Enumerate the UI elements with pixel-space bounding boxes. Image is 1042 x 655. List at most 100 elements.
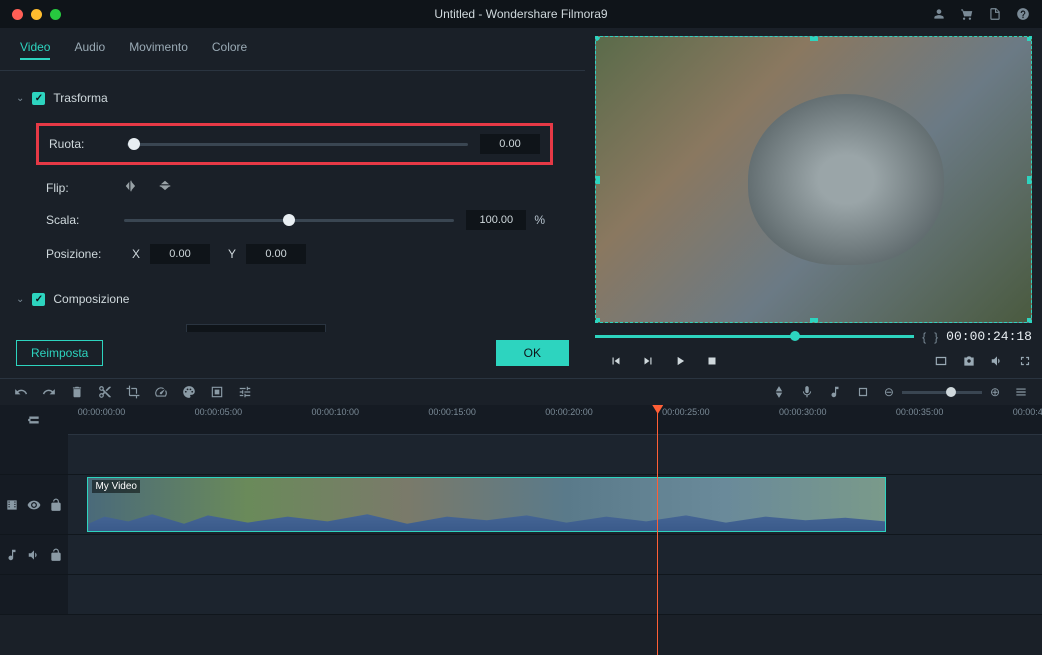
scale-slider[interactable] [124, 219, 454, 222]
prev-frame-icon[interactable] [609, 354, 623, 368]
ruler-tick: 00:00:15:00 [428, 407, 476, 417]
video-clip[interactable]: My Video [87, 477, 886, 532]
blend-mode-dropdown[interactable]: Normale ⌄ [186, 324, 326, 332]
mark-out-icon[interactable]: } [934, 330, 938, 344]
undo-icon[interactable] [14, 385, 28, 399]
keyframe-icon[interactable] [856, 385, 870, 399]
preview-timecode: 00:00:24:18 [946, 329, 1032, 344]
ruler-tick: 00:00:30:00 [779, 407, 827, 417]
music-icon [5, 548, 19, 562]
zoom-in-icon[interactable]: ⊕ [990, 385, 1000, 399]
resize-handle-bm[interactable] [810, 318, 818, 323]
next-frame-icon[interactable] [641, 354, 655, 368]
minimize-window-button[interactable] [31, 9, 42, 20]
resize-handle-ml[interactable] [595, 176, 600, 184]
clip-label: My Video [92, 480, 140, 493]
resize-handle-tr[interactable] [1027, 36, 1032, 41]
resize-handle-tm[interactable] [810, 36, 818, 41]
preview-scrubber[interactable] [595, 335, 914, 338]
resize-handle-tl[interactable] [595, 36, 600, 41]
pos-y-input[interactable] [246, 244, 306, 264]
lock-icon[interactable] [49, 498, 63, 512]
mixer-icon[interactable] [828, 385, 842, 399]
play-icon[interactable] [673, 354, 687, 368]
ok-button[interactable]: OK [496, 340, 569, 366]
marker-icon[interactable] [772, 385, 786, 399]
cut-icon[interactable] [98, 385, 112, 399]
zoom-slider[interactable] [902, 391, 982, 394]
user-icon[interactable] [932, 7, 946, 21]
rotate-highlight: Ruota: [36, 123, 553, 165]
ruler-tick: 00:00:10:00 [312, 407, 360, 417]
ruler-tick: 00:00:35:00 [896, 407, 944, 417]
record-vo-icon[interactable] [800, 385, 814, 399]
transform-checkbox[interactable] [32, 92, 45, 105]
pos-x-input[interactable] [150, 244, 210, 264]
ruler-tick: 00:00:20:00 [545, 407, 593, 417]
crop-icon[interactable] [126, 385, 140, 399]
stop-icon[interactable] [705, 354, 719, 368]
scale-unit: % [534, 213, 545, 227]
help-icon[interactable] [1016, 7, 1030, 21]
redo-icon[interactable] [42, 385, 56, 399]
close-window-button[interactable] [12, 9, 23, 20]
cart-icon[interactable] [960, 7, 974, 21]
add-track-icon[interactable] [27, 413, 41, 427]
transform-section-header[interactable]: ⌄ Trasforma [16, 91, 569, 105]
position-label: Posizione: [46, 247, 124, 261]
snapshot-icon[interactable] [962, 354, 976, 368]
scale-value-input[interactable] [466, 210, 526, 230]
quality-icon[interactable] [934, 354, 948, 368]
file-icon[interactable] [988, 7, 1002, 21]
titlebar: Untitled - Wondershare Filmora9 [0, 0, 1042, 28]
window-controls [12, 9, 61, 20]
pos-x-label: X [132, 247, 140, 261]
mark-in-icon[interactable]: { [922, 330, 926, 344]
video-track: My Video [0, 475, 1042, 535]
ruler-tick: 00:00:05:00 [195, 407, 243, 417]
zoom-out-icon[interactable]: ⊖ [884, 385, 894, 399]
ruler-tick: 00:00:40:00 [1013, 407, 1042, 417]
empty-track [0, 575, 1042, 615]
eye-icon[interactable] [27, 498, 41, 512]
spacer-track [0, 435, 1042, 475]
fullscreen-icon[interactable] [1018, 354, 1032, 368]
greenscreen-icon[interactable] [210, 385, 224, 399]
volume-icon[interactable] [990, 354, 1004, 368]
app-title: Untitled - Wondershare Filmora9 [434, 7, 607, 21]
tab-audio[interactable]: Audio [74, 40, 105, 60]
maximize-window-button[interactable] [50, 9, 61, 20]
preview-panel: { } 00:00:24:18 [585, 28, 1042, 378]
compose-section-header[interactable]: ⌄ Composizione [16, 292, 569, 306]
color-icon[interactable] [182, 385, 196, 399]
lock-icon[interactable] [49, 548, 63, 562]
playhead[interactable] [657, 405, 658, 655]
scale-label: Scala: [46, 213, 124, 227]
pos-y-label: Y [228, 247, 236, 261]
timeline-options-icon[interactable] [1014, 385, 1028, 399]
flip-vertical-icon[interactable] [158, 179, 172, 196]
flip-horizontal-icon[interactable] [124, 179, 138, 196]
ruler-tick: 00:00:00:00 [78, 407, 126, 417]
resize-handle-mr[interactable] [1027, 176, 1032, 184]
timeline-ruler[interactable]: 00:00:00:00 00:00:05:00 00:00:10:00 00:00:1… [68, 405, 1042, 435]
speaker-icon[interactable] [27, 548, 41, 562]
settings-icon[interactable] [238, 385, 252, 399]
properties-panel: Video Audio Movimento Colore ⌄ Trasforma… [0, 28, 585, 378]
reset-button[interactable]: Reimposta [16, 340, 103, 366]
speed-icon[interactable] [154, 385, 168, 399]
rotate-value-input[interactable] [480, 134, 540, 154]
rotate-slider[interactable] [127, 143, 468, 146]
tab-video[interactable]: Video [20, 40, 50, 60]
resize-handle-br[interactable] [1027, 318, 1032, 323]
compose-checkbox[interactable] [32, 293, 45, 306]
property-tabs: Video Audio Movimento Colore [0, 28, 585, 71]
transform-label: Trasforma [53, 91, 107, 105]
delete-icon[interactable] [70, 385, 84, 399]
preview-viewport[interactable] [595, 36, 1032, 323]
tab-color[interactable]: Colore [212, 40, 247, 60]
chevron-down-icon: ⌄ [16, 294, 24, 305]
resize-handle-bl[interactable] [595, 318, 600, 323]
audio-track [0, 535, 1042, 575]
tab-motion[interactable]: Movimento [129, 40, 188, 60]
